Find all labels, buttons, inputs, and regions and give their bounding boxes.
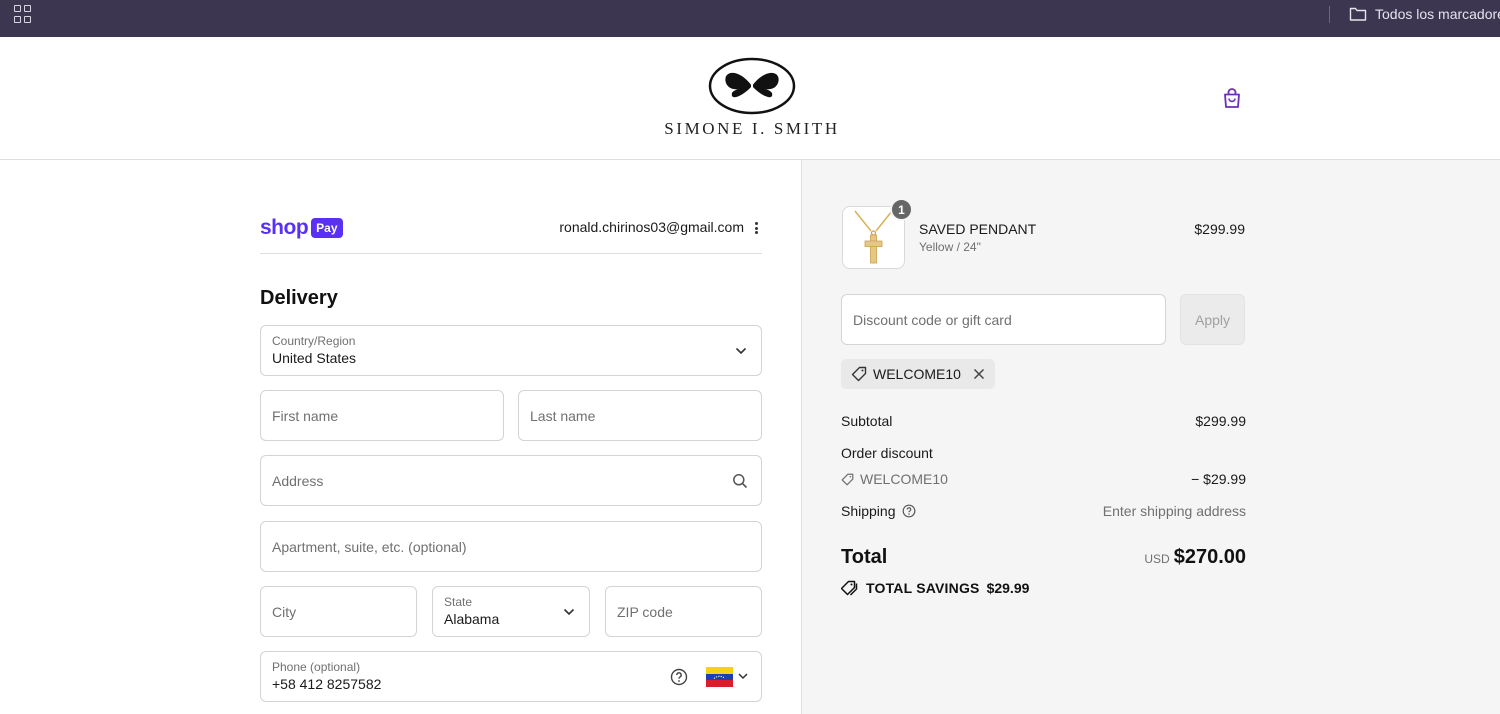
last-name-placeholder: Last name (530, 407, 596, 424)
tags-icon (841, 580, 858, 596)
bookmarks-separator (1329, 6, 1330, 23)
zip-code-field[interactable]: ZIP code (605, 586, 762, 637)
bookmarks-bar: Todos los marcadores (0, 0, 1500, 37)
apartment-placeholder: Apartment, suite, etc. (optional) (272, 538, 467, 555)
product-variant: Yellow / 24" (919, 240, 981, 254)
country-value: United States (272, 350, 357, 366)
cart-button[interactable] (1220, 86, 1244, 110)
shopping-bag-icon (1224, 88, 1240, 108)
phone-field[interactable]: Phone (optional) +58 412 8257582 (260, 651, 762, 702)
address-field[interactable]: Address (260, 455, 762, 506)
country-select[interactable]: Country/Region United States (260, 325, 762, 376)
shop-pay-wordmark: shop (260, 216, 309, 239)
total-amount: $270.00 (1173, 546, 1246, 568)
state-label: State (444, 595, 473, 609)
order-discount-row: Order discount (841, 445, 1246, 461)
city-field[interactable]: City (260, 586, 417, 637)
chevron-down-icon (563, 608, 575, 615)
total-value-group: USD $270.00 (1052, 546, 1246, 569)
city-placeholder: City (272, 603, 297, 620)
discount-code-input[interactable]: Discount code or gift card (841, 294, 1166, 345)
country-code-selector[interactable] (706, 666, 748, 687)
shipping-label: Shipping (841, 503, 896, 519)
venezuela-flag-icon (706, 666, 733, 687)
account-email: ronald.chirinos03@gmail.com (559, 219, 744, 235)
discount-code-row: WELCOME10 − $29.99 (841, 471, 1246, 487)
phone-value: +58 412 8257582 (272, 676, 382, 692)
all-bookmarks-folder[interactable]: Todos los marcadores (1349, 6, 1500, 22)
subtotal-label: Subtotal (841, 413, 893, 429)
search-icon (733, 473, 748, 488)
divider (260, 253, 762, 254)
chevron-down-icon (735, 347, 747, 354)
subtotal-value: $299.99 (1195, 413, 1246, 429)
discount-code-name: WELCOME10 (860, 471, 948, 487)
help-circle-icon[interactable] (902, 504, 916, 518)
zip-code-placeholder: ZIP code (617, 603, 673, 620)
applied-discount-chip: WELCOME10 (841, 359, 995, 389)
remove-discount-button[interactable] (973, 368, 985, 380)
first-name-field[interactable]: First name (260, 390, 504, 441)
close-icon (973, 368, 984, 380)
total-currency: USD (1144, 552, 1170, 566)
savings-label: TOTAL SAVINGS (866, 580, 980, 596)
discount-placeholder: Discount code or gift card (853, 311, 1012, 328)
checkout-main: shop Pay ronald.chirinos03@gmail.com Del… (0, 160, 801, 714)
account-menu-button[interactable] (750, 220, 762, 236)
shop-pay-badge: Pay (311, 218, 343, 238)
more-dots-icon (754, 222, 758, 225)
tag-icon (851, 366, 867, 382)
first-name-placeholder: First name (272, 407, 339, 424)
brand-monogram-icon (708, 57, 796, 115)
brand-name: SIMONE I. SMITH (664, 119, 840, 138)
shipping-row: Shipping Enter shipping address (841, 503, 1246, 519)
folder-icon (1349, 7, 1367, 21)
state-select[interactable]: State Alabama (432, 586, 590, 637)
chevron-down-icon (738, 673, 748, 680)
order-summary: 1 SAVED PENDANT Yellow / 24" $299.99 Dis… (801, 160, 1500, 714)
shipping-value: Enter shipping address (1102, 503, 1246, 519)
delivery-heading: Delivery (260, 287, 338, 309)
discount-amount: − $29.99 (1191, 471, 1246, 487)
apartment-field[interactable]: Apartment, suite, etc. (optional) (260, 521, 762, 572)
shop-pay-logo: shop Pay (260, 216, 343, 240)
tag-icon (841, 473, 854, 485)
order-discount-label: Order discount (841, 445, 933, 461)
apply-discount-button[interactable]: Apply (1180, 294, 1245, 345)
phone-label: Phone (optional) (272, 660, 361, 674)
apps-grid-icon[interactable] (14, 5, 32, 23)
total-savings: TOTAL SAVINGS $29.99 (841, 580, 1029, 596)
state-value: Alabama (444, 611, 500, 627)
store-header: SIMONE I. SMITH (0, 37, 1500, 160)
quantity-badge: 1 (890, 198, 913, 221)
savings-value: $29.99 (986, 580, 1030, 596)
subtotal-row: Subtotal $299.99 (841, 413, 1246, 429)
product-price: $299.99 (1194, 221, 1245, 237)
applied-code-label: WELCOME10 (873, 366, 961, 382)
total-label: Total (841, 546, 888, 568)
last-name-field[interactable]: Last name (518, 390, 762, 441)
bookmarks-folder-label: Todos los marcadores (1375, 6, 1500, 22)
country-label: Country/Region (272, 334, 356, 348)
store-logo[interactable]: SIMONE I. SMITH (650, 57, 854, 139)
product-name: SAVED PENDANT (919, 221, 1037, 237)
help-circle-icon[interactable] (670, 668, 688, 686)
address-placeholder: Address (272, 472, 324, 489)
